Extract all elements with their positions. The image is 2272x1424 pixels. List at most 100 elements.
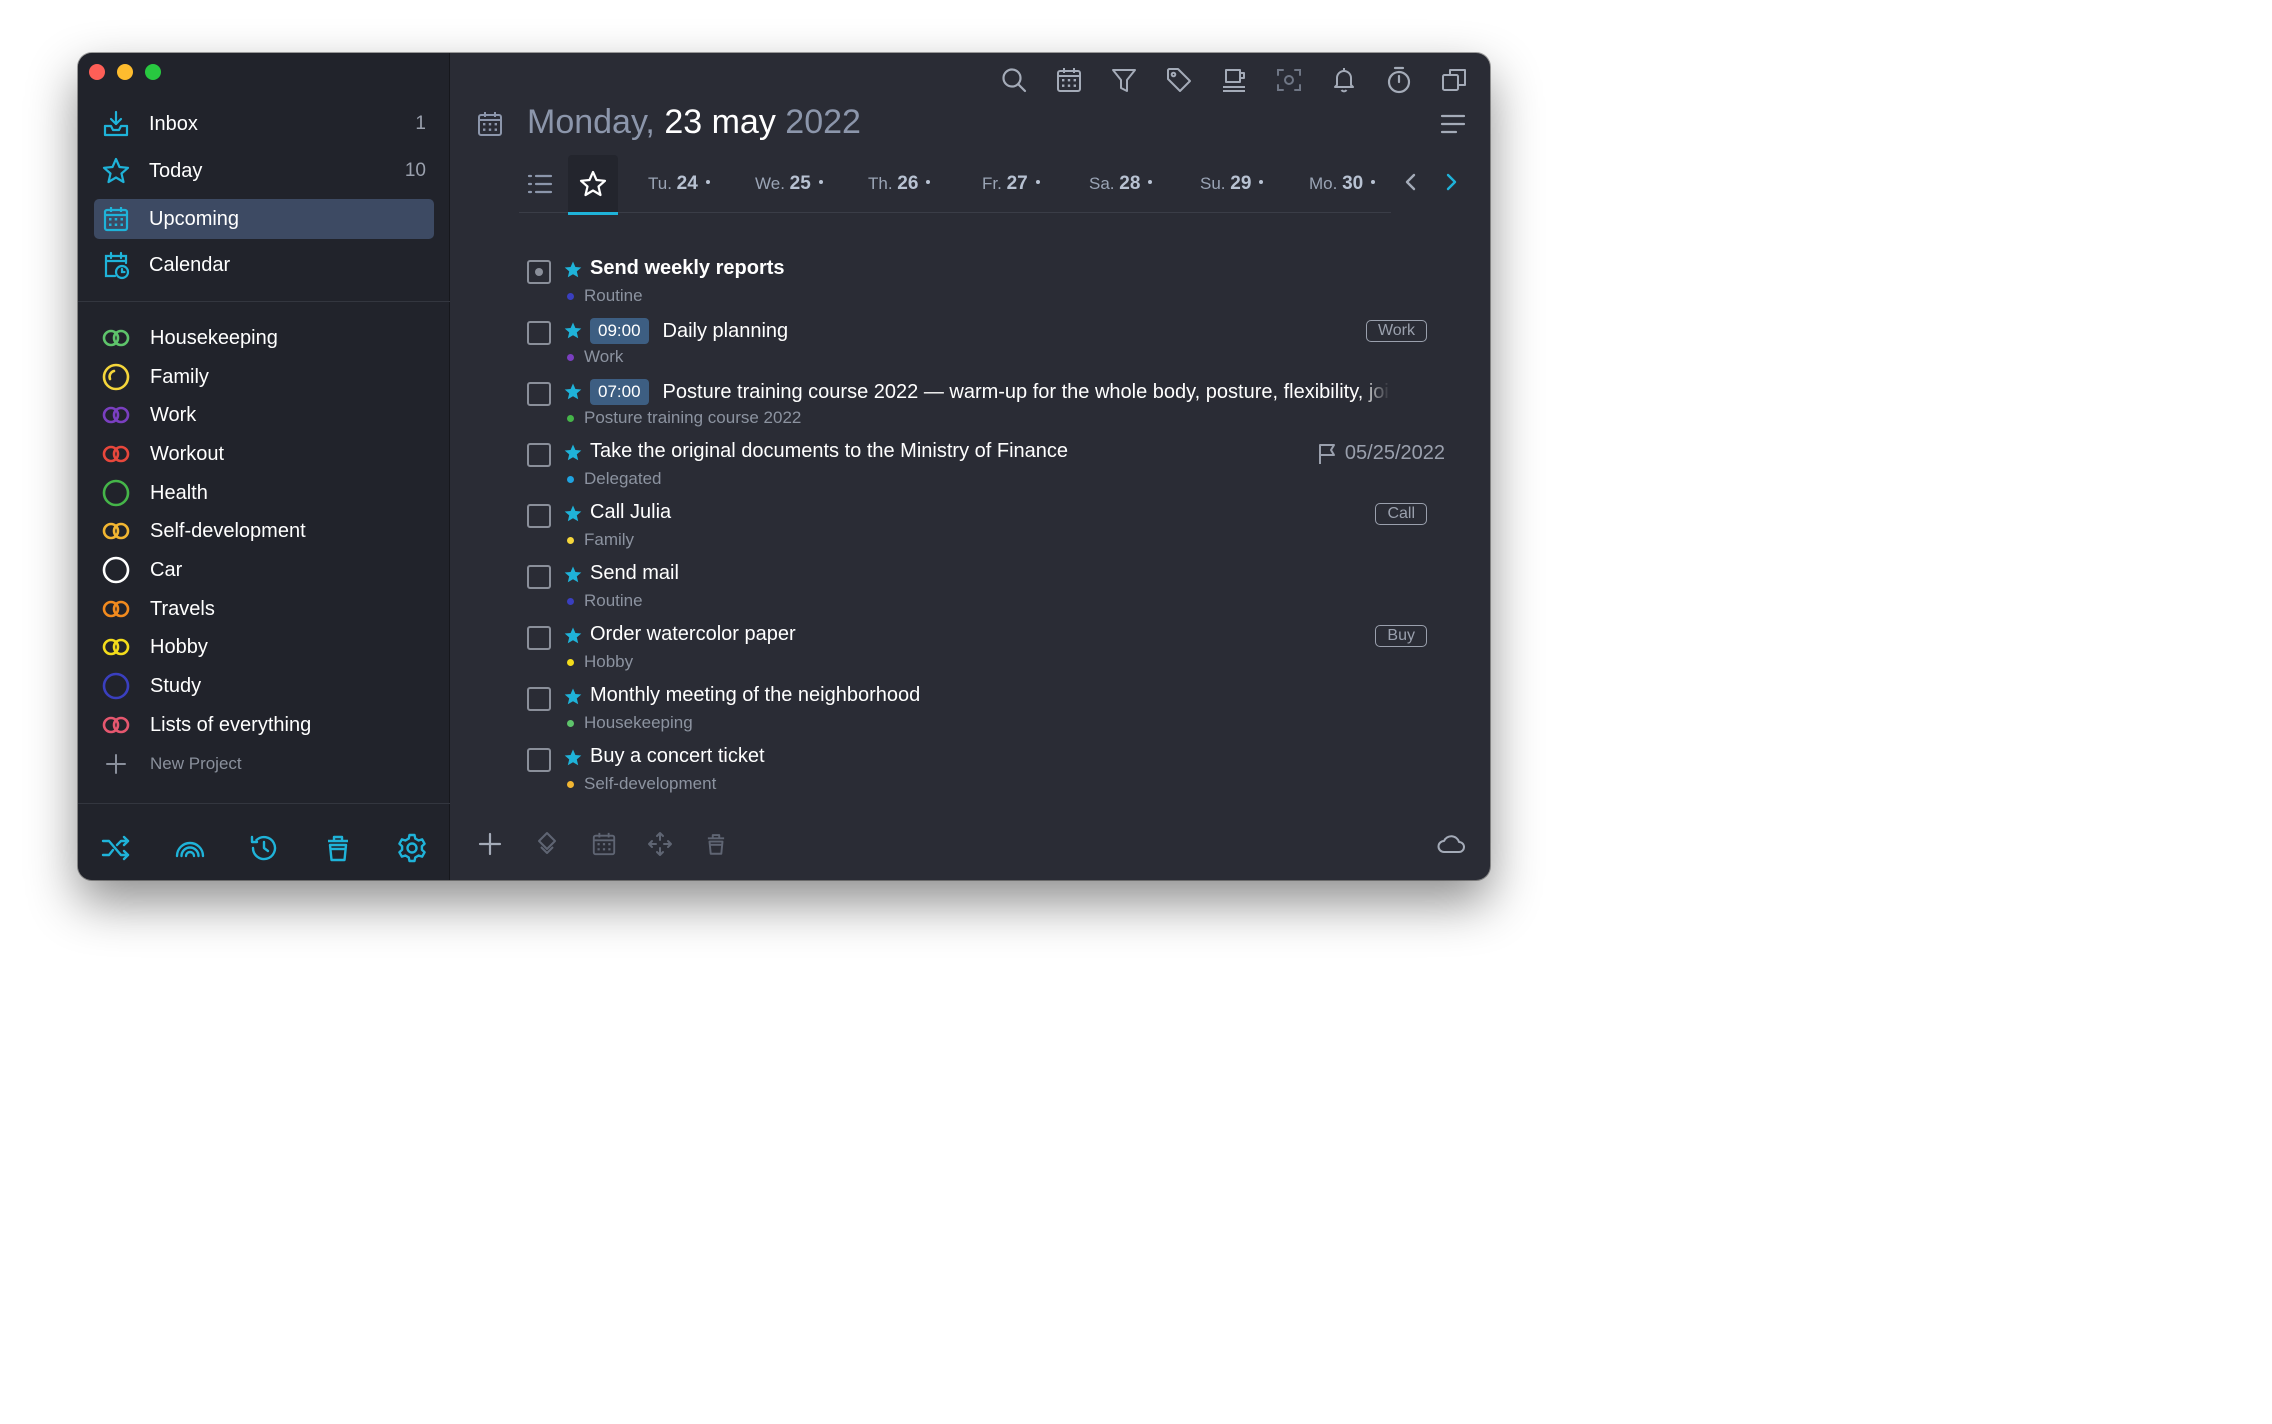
sidebar-item-calendar[interactable]: Calendar: [94, 245, 434, 285]
rainbow-icon[interactable]: [173, 831, 207, 865]
tab-day-fr[interactable]: Fr. 27: [982, 173, 1040, 195]
list-item[interactable]: Order watercolor paper Buy Hobby: [527, 617, 1427, 677]
tab-day-sa[interactable]: Sa. 28: [1089, 173, 1153, 195]
windows-icon[interactable]: [1439, 65, 1469, 95]
star-icon[interactable]: [563, 687, 583, 707]
tab-day-su[interactable]: Su. 29: [1200, 173, 1264, 195]
task-checkbox[interactable]: [527, 748, 551, 772]
project-family[interactable]: Family: [100, 360, 209, 394]
search-icon[interactable]: [999, 65, 1029, 95]
day-number: 25: [789, 173, 811, 194]
project-study[interactable]: Study: [100, 669, 201, 703]
list-item[interactable]: Call Julia Call Family: [527, 495, 1427, 555]
tab-day-mo[interactable]: Mo. 30: [1309, 173, 1376, 195]
arrows-icon[interactable]: [645, 829, 675, 859]
project-housekeeping[interactable]: Housekeeping: [100, 321, 278, 355]
project-hobby[interactable]: Hobby: [100, 630, 208, 664]
project-work[interactable]: Work: [100, 398, 196, 432]
list-item[interactable]: Send mail Routine: [527, 556, 1427, 616]
bell-icon[interactable]: [1329, 65, 1359, 95]
task-checkbox[interactable]: [527, 687, 551, 711]
day-number: 24: [676, 173, 698, 194]
timer-icon[interactable]: [1384, 65, 1414, 95]
task-time-badge: 09:00: [590, 318, 649, 344]
date-header-calendar-icon[interactable]: [475, 109, 505, 139]
calendar-icon[interactable]: [1054, 65, 1084, 95]
list-item[interactable]: 09:00 Daily planning Work Work: [527, 312, 1427, 372]
task-tag[interactable]: Buy: [1375, 625, 1427, 647]
calendar-grid-icon: [100, 203, 132, 235]
sidebar-item-label: Upcoming: [149, 207, 240, 230]
list-item[interactable]: Send weekly reports Routine: [527, 251, 1427, 311]
sidebar-item-label: Today: [149, 159, 203, 182]
list-view-icon[interactable]: [525, 169, 555, 199]
task-checkbox[interactable]: [527, 626, 551, 650]
task-checkbox[interactable]: [527, 443, 551, 467]
project-self-development[interactable]: Self-development: [100, 514, 306, 548]
task-checkbox[interactable]: [527, 504, 551, 528]
task-tag[interactable]: Call: [1375, 503, 1427, 525]
sidebar-item-upcoming[interactable]: Upcoming: [94, 199, 434, 239]
coffee-icon[interactable]: [1219, 65, 1249, 95]
tab-day-tu[interactable]: Tu. 24: [648, 173, 710, 195]
trash-icon[interactable]: [701, 829, 731, 859]
star-icon[interactable]: [563, 382, 583, 402]
project-dot: [567, 536, 574, 544]
list-item[interactable]: 07:00 Posture training course 2022 — warm…: [527, 373, 1427, 433]
star-icon[interactable]: [563, 748, 583, 768]
list-item[interactable]: Buy a concert ticket Self-development: [527, 739, 1427, 799]
task-deadline[interactable]: 05/25/2022: [1317, 442, 1445, 465]
list-item[interactable]: [527, 799, 1427, 803]
tag-icon[interactable]: [1164, 65, 1194, 95]
tab-day-we[interactable]: We. 25: [755, 173, 823, 195]
history-icon[interactable]: [247, 831, 281, 865]
settings-icon[interactable]: [395, 831, 429, 865]
task-checkbox[interactable]: [527, 565, 551, 589]
star-icon[interactable]: [563, 321, 583, 341]
project-label: Workout: [150, 442, 225, 465]
sidebar-item-today[interactable]: Today 10: [94, 151, 434, 191]
new-project-button[interactable]: New Project: [100, 747, 242, 781]
filter-icon[interactable]: [1109, 65, 1139, 95]
star-icon[interactable]: [563, 504, 583, 524]
list-item[interactable]: Monthly meeting of the neighborhood Hous…: [527, 678, 1427, 738]
star-icon[interactable]: [563, 260, 583, 280]
close-window-button[interactable]: [89, 64, 105, 80]
menu-icon[interactable]: [1438, 109, 1468, 139]
calendar-icon[interactable]: [589, 829, 619, 859]
project-label: Family: [150, 365, 209, 388]
star-icon[interactable]: [563, 565, 583, 585]
tab-today-star[interactable]: [568, 155, 618, 215]
shuffle-icon[interactable]: [99, 831, 133, 865]
list-item[interactable]: Take the original documents to the Minis…: [527, 434, 1445, 494]
task-tag[interactable]: Work: [1365, 320, 1427, 342]
task-checkbox[interactable]: [527, 260, 551, 284]
rings-icon: [100, 710, 132, 740]
project-dot: [567, 292, 574, 300]
task-title: Call Julia: [590, 501, 672, 523]
zoom-window-button[interactable]: [145, 64, 161, 80]
task-checkbox[interactable]: [527, 382, 551, 406]
chevron-right-icon[interactable]: [1436, 167, 1466, 197]
tab-day-th[interactable]: Th. 26: [868, 173, 931, 195]
task-project-label: Family: [584, 530, 635, 549]
task-checkbox[interactable]: [527, 321, 551, 345]
project-car[interactable]: Car: [100, 553, 182, 587]
trash-icon[interactable]: [321, 831, 355, 865]
task-project: Work: [567, 347, 623, 367]
focus-icon[interactable]: [1274, 65, 1304, 95]
move-icon[interactable]: [532, 829, 562, 859]
day-abbr: Th.: [868, 174, 893, 193]
minimize-window-button[interactable]: [117, 64, 133, 80]
star-icon[interactable]: [563, 626, 583, 646]
project-workout[interactable]: Workout: [100, 437, 224, 471]
project-lists-of-everything[interactable]: Lists of everything: [100, 708, 311, 742]
star-icon[interactable]: [563, 443, 583, 463]
add-icon[interactable]: [475, 829, 505, 859]
project-health[interactable]: Health: [100, 476, 208, 510]
cloud-icon[interactable]: [1436, 829, 1466, 859]
sidebar-item-inbox[interactable]: Inbox 1: [94, 104, 434, 144]
project-travels[interactable]: Travels: [100, 592, 215, 626]
chevron-left-icon[interactable]: [1396, 167, 1426, 197]
today-count: 10: [404, 160, 426, 181]
